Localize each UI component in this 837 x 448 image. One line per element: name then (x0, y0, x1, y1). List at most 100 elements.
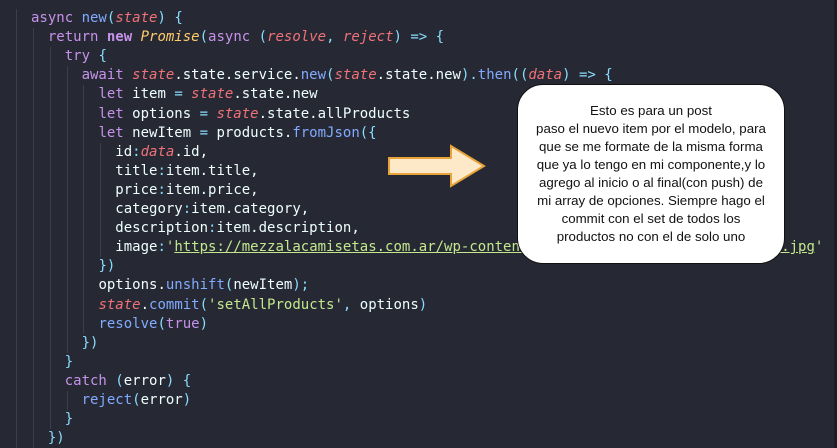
code-line: let options = state.state.allProducts (98, 105, 410, 124)
code-token: fromJson (292, 124, 360, 141)
code-token: }) (81, 334, 99, 351)
code-token: error (123, 372, 166, 389)
note-line: Esto es para un post (590, 103, 712, 118)
code-token: resolve (98, 315, 158, 332)
code-line: resolve(true) (98, 315, 208, 334)
code-line: category:item.category, (115, 200, 309, 219)
code-token: ({ (359, 124, 377, 141)
code-token: ( (132, 392, 141, 408)
code-token: ); (292, 277, 310, 294)
indent-guide (32, 28, 34, 448)
indent-guide (66, 391, 68, 411)
code-token: ( (157, 315, 166, 332)
code-token: state (132, 67, 175, 84)
indent-guide (49, 47, 51, 430)
code-token: ) (182, 392, 192, 408)
code-line: async new(state) { (31, 9, 183, 28)
code-line: try { (65, 47, 107, 66)
note-line: mi array de opciones. Siempre hago el (537, 193, 765, 208)
note-line: agrego al inicio o al final(con push) de (539, 175, 763, 190)
indent-guide (66, 66, 68, 353)
code-token: . (140, 296, 150, 313)
code-token: data (140, 143, 175, 160)
note-line: paso el nuevo item por el modelo, para (536, 121, 766, 136)
code-token: .state.service. (174, 67, 301, 84)
code-token: try (64, 48, 99, 65)
code-token: async (31, 10, 82, 26)
code-token: } (64, 411, 74, 428)
code-token: newItem (233, 277, 293, 294)
code-token: { (98, 48, 107, 65)
code-token: options. (98, 277, 166, 294)
code-token: new (106, 29, 141, 46)
code-line: } (65, 353, 73, 372)
code-token: let (98, 124, 133, 141)
code-token: products. (216, 124, 293, 141)
code-token: state (191, 86, 234, 103)
code-token: ( (258, 29, 268, 46)
code-token: item.price, (165, 181, 259, 198)
code-line: return new Promise(async (resolve, rejec… (48, 28, 444, 47)
code-token: description (115, 220, 209, 237)
code-token: , (326, 29, 343, 46)
code-token: id (115, 143, 133, 160)
code-token: item (132, 86, 175, 103)
code-token: new (81, 10, 107, 26)
code-token: ) => { (393, 29, 445, 46)
code-line: catch (error) { (65, 372, 191, 391)
code-token: state (98, 296, 141, 313)
code-line: state.commit('setAllProducts', options) (98, 296, 427, 315)
code-token: async (208, 29, 259, 46)
code-line: await state.state.service.new(state.stat… (82, 66, 613, 85)
code-line: }) (98, 257, 115, 276)
code-token: new (300, 67, 327, 84)
code-token: .state.allProducts (258, 105, 411, 122)
code-token: (( (511, 67, 529, 84)
code-token: ' (814, 239, 824, 256)
code-token: then (477, 67, 512, 84)
code-token: unshift (165, 277, 225, 294)
code-token: ) (418, 296, 428, 313)
indent-guide (83, 85, 85, 334)
code-token: options (132, 105, 200, 122)
code-line: }) (82, 334, 99, 353)
code-token: options (359, 296, 419, 313)
code-token: } (64, 353, 74, 370)
code-line: }) (48, 429, 65, 448)
code-line: title:item.title, (115, 162, 258, 181)
code-token: : (157, 181, 166, 198)
note-line: productos no con el de solo uno (556, 229, 746, 244)
note-line: commit con el set de todos los (561, 211, 741, 226)
code-token: let (98, 86, 133, 103)
code-token: ( (199, 296, 209, 313)
code-token: price (115, 181, 158, 198)
code-token: state (115, 10, 158, 26)
note-line: que se me formate de la misma forma (539, 139, 763, 154)
code-token: }) (98, 258, 116, 275)
code-token: return (47, 29, 107, 46)
code-token: category (115, 201, 183, 217)
code-token: data (528, 67, 563, 84)
code-token: .id, (174, 143, 209, 160)
code-token: .state.new (233, 86, 318, 103)
code-token: ( (199, 29, 209, 46)
code-token: ) { (157, 10, 183, 26)
arrow-right-icon (388, 144, 486, 188)
indent-guide (16, 9, 17, 448)
code-token: reject (342, 29, 394, 46)
code-token: ) (199, 315, 209, 332)
code-token: item.category, (191, 201, 310, 217)
code-line: id:data.id, (115, 143, 208, 162)
code-line: reject(error) (82, 391, 192, 410)
code-token: item.description, (216, 220, 360, 237)
code-token: state (334, 67, 377, 84)
code-token: , (342, 296, 360, 313)
code-token: state (216, 105, 259, 122)
code-token: resolve (267, 29, 327, 46)
code-line: options.unshift(newItem); (98, 276, 309, 295)
code-token: ( (115, 372, 124, 389)
code-token: true (165, 315, 200, 332)
code-token: = (199, 124, 217, 141)
code-token: : (157, 239, 166, 256)
code-token: ). (460, 67, 478, 84)
